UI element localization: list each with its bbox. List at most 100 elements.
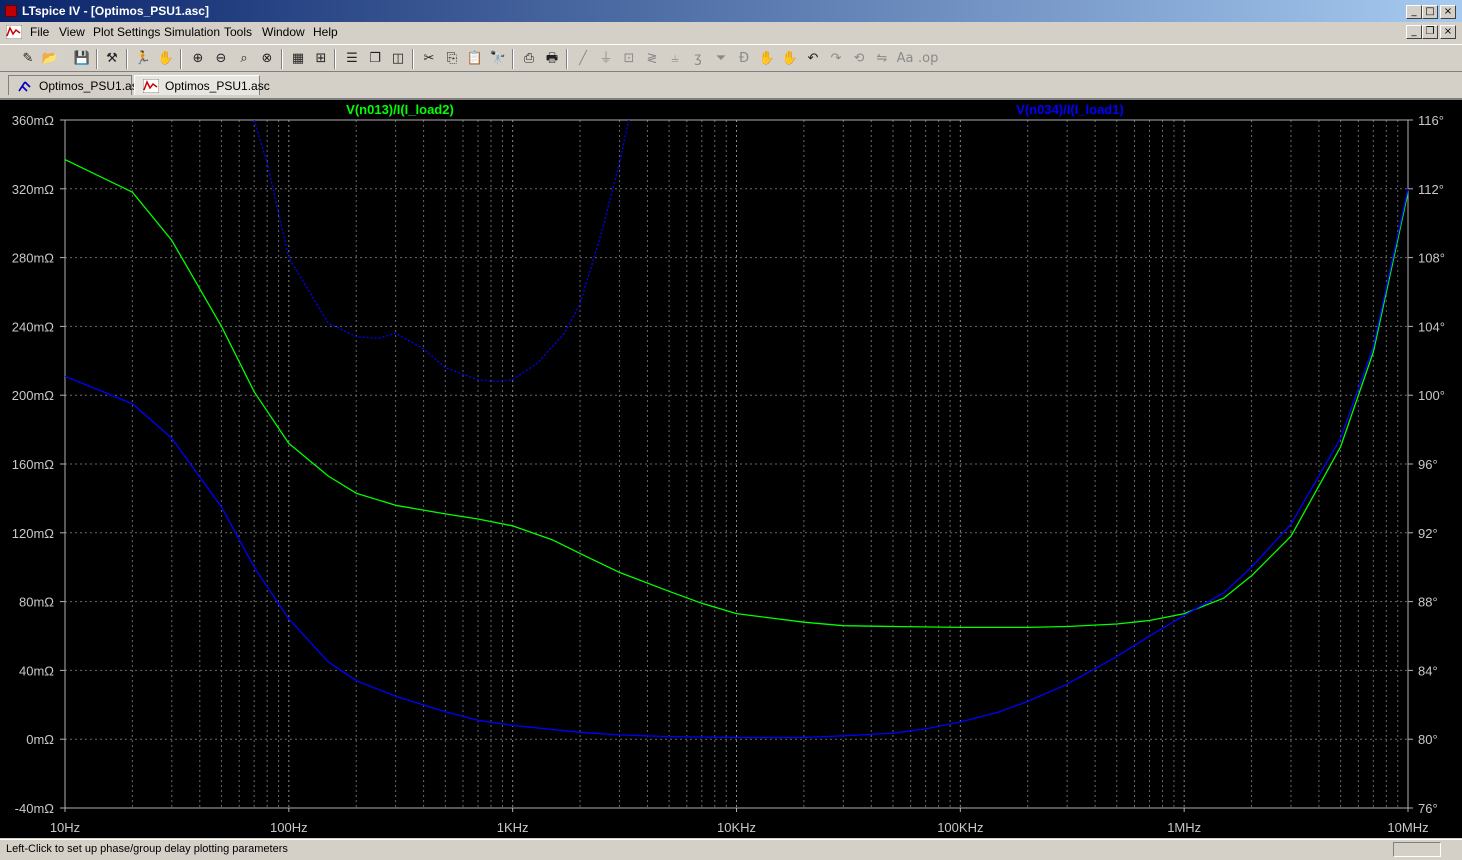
trace-label-blue[interactable]: V(n034)/I(I_load1) bbox=[1016, 102, 1124, 117]
y-left-tick-label: 160mΩ bbox=[12, 457, 55, 472]
move-icon[interactable]: ✋ bbox=[757, 49, 777, 69]
waveform-document-icon[interactable] bbox=[6, 25, 22, 39]
zoom-out-icon[interactable]: ⊖ bbox=[211, 49, 231, 69]
close-icon: × bbox=[1443, 26, 1453, 37]
toolbar-separator bbox=[412, 49, 414, 69]
menu-file[interactable]: File bbox=[30, 25, 49, 39]
zoom-cancel-icon[interactable]: ⊗ bbox=[257, 49, 277, 69]
title-bar: LTspice IV - [Optimos_PSU1.asc] _ □ × bbox=[0, 0, 1462, 22]
ltspice-app-icon[interactable] bbox=[5, 5, 17, 17]
print-icon[interactable]: 🖶 bbox=[542, 49, 562, 69]
rotate-icon[interactable]: ⟲ bbox=[849, 49, 869, 69]
undo-icon[interactable]: ↶ bbox=[803, 49, 823, 69]
x-tick-label: 100Hz bbox=[270, 820, 308, 835]
y-left-tick-label: 120mΩ bbox=[12, 526, 55, 541]
diode-icon[interactable]: ⏷ bbox=[711, 49, 731, 69]
tile-horizontal-icon[interactable]: ☰ bbox=[342, 49, 362, 69]
text-icon[interactable]: Aa bbox=[895, 49, 915, 69]
y-left-tick-label: 360mΩ bbox=[12, 113, 55, 128]
status-panel bbox=[1393, 842, 1441, 857]
trace-blue-phase bbox=[253, 119, 630, 383]
status-text: Left-Click to set up phase/group delay p… bbox=[6, 843, 288, 855]
status-bar: Left-Click to set up phase/group delay p… bbox=[0, 839, 1462, 860]
menu-view[interactable]: View bbox=[59, 25, 85, 39]
paste-icon[interactable]: 📋 bbox=[465, 49, 485, 69]
run-icon[interactable]: 🏃 bbox=[133, 49, 153, 69]
toolbar-separator bbox=[281, 49, 283, 69]
y-left-tick-label: 80mΩ bbox=[19, 595, 54, 610]
ground-icon[interactable]: ⏚ bbox=[596, 49, 616, 69]
waveform-plot[interactable]: 10Hz 100Hz 1KHz 10KHz 100KHz 1MHz 10MHz 360mΩ 32… bbox=[0, 100, 1462, 838]
mdi-minimize-button[interactable]: _ bbox=[1406, 25, 1422, 39]
autorange-icon[interactable]: ▦ bbox=[288, 49, 308, 69]
tile-vertical-icon[interactable]: ◫ bbox=[388, 49, 408, 69]
axis-ticks: 10Hz 100Hz 1KHz 10KHz 100KHz 1MHz 10MHz 360mΩ 32… bbox=[12, 113, 1445, 835]
traces bbox=[64, 119, 1409, 739]
tab-label: Optimos_PSU1.asc bbox=[165, 79, 270, 93]
menu-plot-settings[interactable]: Plot Settings bbox=[93, 25, 160, 39]
y-right-tick-label: 104° bbox=[1418, 319, 1445, 334]
y-right-tick-label: 84° bbox=[1418, 663, 1438, 678]
waveform-icon bbox=[143, 79, 159, 93]
tab-schematic[interactable]: Optimos_PSU1.asc bbox=[8, 75, 144, 95]
tab-label: Optimos_PSU1.asc bbox=[39, 79, 144, 93]
mdi-close-button[interactable]: × bbox=[1440, 25, 1456, 39]
y-left-tick-label: 280mΩ bbox=[12, 251, 55, 266]
y-left-tick-label: 240mΩ bbox=[12, 319, 55, 334]
capacitor-icon[interactable]: ⫨ bbox=[665, 49, 685, 69]
toolbar-separator bbox=[334, 49, 336, 69]
x-tick-label: 10KHz bbox=[717, 820, 756, 835]
y-right-tick-label: 76° bbox=[1418, 801, 1438, 816]
drag-icon[interactable]: ✋ bbox=[780, 49, 800, 69]
copy-icon[interactable]: ⎘ bbox=[442, 49, 462, 69]
x-tick-label: 10Hz bbox=[50, 820, 80, 835]
save-icon[interactable]: 💾 bbox=[72, 49, 92, 69]
zoom-fit-icon[interactable]: ⌕ bbox=[234, 49, 254, 69]
component-icon[interactable]: Ð bbox=[734, 49, 754, 69]
inductor-icon[interactable]: ʒ bbox=[688, 49, 708, 69]
hammer-icon[interactable]: ⚒ bbox=[102, 49, 122, 69]
plot-grid bbox=[64, 119, 1408, 809]
y-right-tick-label: 112° bbox=[1418, 182, 1444, 197]
cascade-icon[interactable]: ❐ bbox=[365, 49, 385, 69]
mdi-restore-button[interactable]: ❐ bbox=[1422, 25, 1438, 39]
minimize-button[interactable]: _ bbox=[1406, 5, 1422, 19]
zoom-in-icon[interactable]: ⊕ bbox=[188, 49, 208, 69]
waveform-plot-pane[interactable]: 10Hz 100Hz 1KHz 10KHz 100KHz 1MHz 10MHz 360mΩ 32… bbox=[0, 98, 1462, 838]
print-setup-icon[interactable]: ⎙ bbox=[519, 49, 539, 69]
mirror-icon[interactable]: ⇋ bbox=[872, 49, 892, 69]
grid-icon[interactable]: ⊞ bbox=[311, 49, 331, 69]
x-tick-label: 1MHz bbox=[1167, 820, 1201, 835]
menu-bar: File View Plot Settings Simulation Tools… bbox=[0, 22, 1462, 42]
minimize-icon: _ bbox=[1411, 6, 1417, 17]
close-button[interactable]: × bbox=[1440, 5, 1456, 19]
new-schematic-icon[interactable]: ✎ bbox=[18, 49, 38, 69]
y-right-tick-label: 88° bbox=[1418, 595, 1438, 610]
trace-label-green[interactable]: V(n013)/I(I_load2) bbox=[346, 102, 454, 117]
toolbar-separator bbox=[126, 49, 128, 69]
tab-waveform[interactable]: Optimos_PSU1.asc bbox=[134, 75, 270, 95]
menu-help[interactable]: Help bbox=[313, 25, 338, 39]
spice-directive-icon[interactable]: .op bbox=[918, 49, 938, 69]
menu-window[interactable]: Window bbox=[262, 25, 305, 39]
toolbar-separator bbox=[566, 49, 568, 69]
minimize-icon: _ bbox=[1411, 26, 1417, 37]
open-icon[interactable]: 📂 bbox=[40, 49, 60, 69]
toolbar-separator bbox=[512, 49, 514, 69]
pan-hand-icon[interactable]: ✋ bbox=[156, 49, 176, 69]
cut-icon[interactable]: ✂ bbox=[419, 49, 439, 69]
y-left-tick-label: 0mΩ bbox=[26, 732, 54, 747]
redo-icon[interactable]: ↷ bbox=[826, 49, 846, 69]
menu-tools[interactable]: Tools bbox=[224, 25, 252, 39]
maximize-button[interactable]: □ bbox=[1422, 5, 1438, 19]
label-icon[interactable]: ⊡ bbox=[619, 49, 639, 69]
trace-green-magnitude bbox=[64, 159, 1409, 629]
window-title: LTspice IV - [Optimos_PSU1.asc] bbox=[22, 4, 209, 18]
x-tick-label: 1KHz bbox=[497, 820, 529, 835]
y-right-tick-label: 96° bbox=[1418, 457, 1438, 472]
wire-icon[interactable]: ╱ bbox=[573, 49, 593, 69]
menu-simulation[interactable]: Simulation bbox=[164, 25, 220, 39]
x-tick-label: 100KHz bbox=[937, 820, 983, 835]
find-icon[interactable]: 🔭 bbox=[488, 49, 508, 69]
resistor-icon[interactable]: ≷ bbox=[642, 49, 662, 69]
